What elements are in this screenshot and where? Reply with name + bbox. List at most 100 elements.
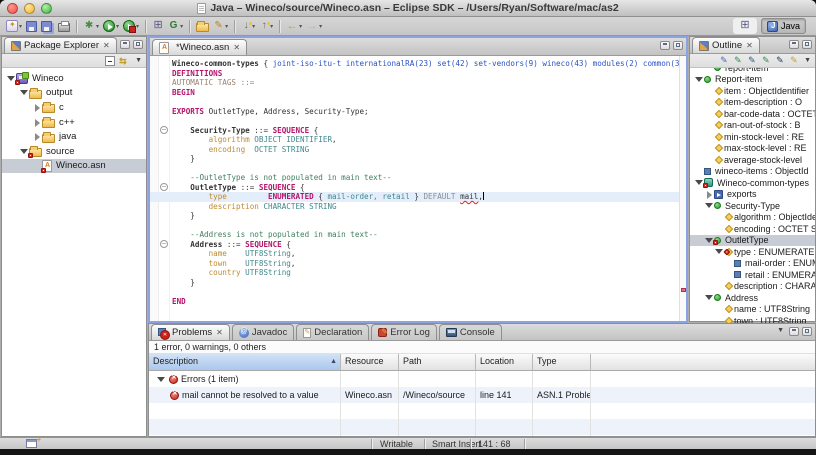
code-line-13[interactable]: --OutletType is not populated in main te…	[172, 173, 678, 183]
code-line-3[interactable]: AUTOMATIC TAGS ::=	[172, 78, 678, 88]
fold-collapse-icon[interactable]: –	[160, 240, 168, 248]
pe-item-c[interactable]: c	[2, 100, 146, 115]
tree-expander[interactable]	[156, 375, 166, 384]
close-window-button[interactable]	[7, 3, 18, 14]
outline-item-name-utf8string[interactable]: name : UTF8String	[690, 304, 815, 316]
fold-collapse-icon[interactable]: –	[160, 183, 168, 191]
fast-view-icon[interactable]	[26, 439, 37, 448]
code-line-7[interactable]	[172, 116, 678, 126]
search-button[interactable]: ▾	[211, 18, 230, 35]
outline-item-item-description-o[interactable]: item-description : O	[690, 97, 815, 109]
pe-item-output[interactable]: output	[2, 86, 146, 101]
pe-item-source[interactable]: source	[2, 144, 146, 159]
outline-item-address[interactable]: Address	[690, 292, 815, 304]
tab-javadoc[interactable]: Javadoc	[232, 324, 294, 340]
tab-console[interactable]: Console	[439, 324, 502, 340]
code-line-18[interactable]	[172, 221, 678, 231]
code-line-21[interactable]: name UTF8String,	[172, 249, 678, 259]
code-line-6[interactable]: EXPORTS OutletType, Address, Security-Ty…	[172, 107, 678, 117]
chevron-down-icon[interactable]: ▾	[180, 23, 183, 30]
outline-item-retail-enumerat[interactable]: retail : ENUMERAT	[690, 269, 815, 281]
chevron-down-icon[interactable]: ▾	[136, 23, 139, 30]
next-annotation-button[interactable]: ▾	[239, 18, 257, 35]
code-line-1[interactable]: Wineco-common-types { joint-iso-itu-t in…	[172, 59, 678, 69]
link-with-editor-icon[interactable]	[119, 56, 131, 66]
pe-item-c[interactable]: c++	[2, 115, 146, 130]
minimize-view-button[interactable]	[120, 40, 130, 49]
code-line-23[interactable]: country UTF8String	[172, 268, 678, 278]
outline-item-bar-code-data-octet-string[interactable]: bar-code-data : OCTET STRING	[690, 108, 815, 120]
tree-expander[interactable]	[704, 190, 714, 199]
annotation-ruler[interactable]	[150, 56, 159, 321]
fold-collapse-icon[interactable]: –	[160, 126, 168, 134]
outline-item-security-type[interactable]: Security-Type	[690, 200, 815, 212]
launch-star-button[interactable]: ▾	[81, 18, 101, 35]
outline-filter-icon[interactable]	[748, 55, 758, 66]
tree-expander[interactable]	[19, 88, 29, 97]
outline-tab[interactable]: Outline ✕	[692, 37, 760, 53]
column-header-location[interactable]: Location	[476, 354, 533, 371]
generate-button[interactable]: ▾	[166, 18, 185, 35]
code-line-14[interactable]: OutletType ::= SEQUENCE {	[172, 183, 678, 193]
maximize-view-button[interactable]	[802, 40, 812, 49]
outline-filter-icon[interactable]	[720, 55, 730, 66]
outline-item-description-chara[interactable]: description : CHARA	[690, 281, 815, 293]
chevron-down-icon[interactable]: ▾	[319, 23, 322, 30]
problem-row[interactable]: Errors (1 item)	[149, 371, 815, 387]
back-button[interactable]: ▾	[284, 18, 304, 35]
chevron-down-icon[interactable]: ▾	[19, 23, 22, 30]
maximize-editor-button[interactable]	[673, 41, 683, 50]
code-line-19[interactable]: --Address is not populated in main text-…	[172, 230, 678, 240]
java-perspective-button[interactable]: Java	[761, 18, 806, 34]
code-line-2[interactable]: DEFINITIONS	[172, 69, 678, 79]
minimize-view-button[interactable]	[789, 40, 799, 49]
chevron-down-icon[interactable]: ▾	[299, 23, 302, 30]
close-icon[interactable]: ✕	[216, 328, 223, 337]
pe-item-wineco[interactable]: Wineco	[2, 71, 146, 86]
chevron-down-icon[interactable]: ▾	[252, 23, 255, 30]
outline-item-mail-order-enum[interactable]: mail-order : ENUM	[690, 258, 815, 270]
tree-expander[interactable]	[32, 103, 42, 112]
package-explorer-tab[interactable]: Package Explorer ✕	[4, 37, 117, 53]
outline-item-report-item[interactable]: Report-item	[690, 74, 815, 86]
outline-item-outlettype[interactable]: OutletType	[690, 235, 815, 247]
outline-item-wineco-common-types[interactable]: Wineco-common-types	[690, 177, 815, 189]
outline-item-item-objectidentifier[interactable]: item : ObjectIdentifier	[690, 85, 815, 97]
column-header-description[interactable]: Description▲	[149, 354, 341, 371]
code-line-20[interactable]: Address ::= SEQUENCE {	[172, 240, 678, 250]
outline-filter-icon[interactable]	[762, 55, 772, 66]
zoom-window-button[interactable]	[41, 3, 52, 14]
tab-problems[interactable]: Problems✕	[151, 324, 230, 340]
chevron-down-icon[interactable]: ▾	[96, 23, 99, 30]
outline-filter-icon[interactable]	[734, 55, 744, 66]
column-header-resource[interactable]: Resource	[341, 354, 399, 371]
column-header-path[interactable]: Path	[399, 354, 476, 371]
close-icon[interactable]: ✕	[103, 41, 110, 50]
pe-item-wineco-asn[interactable]: Wineco.asn	[2, 159, 146, 174]
view-menu-icon[interactable]: ▼	[135, 57, 142, 64]
column-header-spacer[interactable]	[591, 354, 815, 371]
collapse-all-icon[interactable]	[105, 56, 115, 66]
outline-item-exports[interactable]: exports	[690, 189, 815, 201]
code-line-17[interactable]: }	[172, 211, 678, 221]
view-menu-icon[interactable]: ▼	[804, 57, 811, 64]
chevron-down-icon[interactable]: ▾	[225, 23, 228, 30]
code-line-8[interactable]: Security-Type ::= SEQUENCE {	[172, 126, 678, 136]
outline-item-max-stock-level-re[interactable]: max-stock-level : RE	[690, 143, 815, 155]
pe-item-java[interactable]: java	[2, 129, 146, 144]
close-icon[interactable]: ✕	[746, 41, 753, 50]
run-button[interactable]: ▾	[101, 18, 121, 35]
code-line-16[interactable]: description CHARACTER STRING	[172, 202, 678, 212]
code-line-11[interactable]: }	[172, 154, 678, 164]
code-line-22[interactable]: town UTF8String,	[172, 259, 678, 269]
code-line-24[interactable]: }	[172, 278, 678, 288]
open-perspective-button[interactable]	[733, 18, 757, 34]
code-line-12[interactable]	[172, 164, 678, 174]
outline-item-ran-out-of-stock-b[interactable]: ran-out-of-stock : B	[690, 120, 815, 132]
save-all-button[interactable]	[39, 18, 56, 35]
overview-error-marker[interactable]	[681, 288, 686, 292]
problem-row[interactable]: mail cannot be resolved to a valueWineco…	[149, 387, 815, 403]
outline-item-min-stock-level-re[interactable]: min-stock-level : RE	[690, 131, 815, 143]
chevron-down-icon[interactable]: ▾	[270, 23, 273, 30]
minimize-window-button[interactable]	[24, 3, 35, 14]
